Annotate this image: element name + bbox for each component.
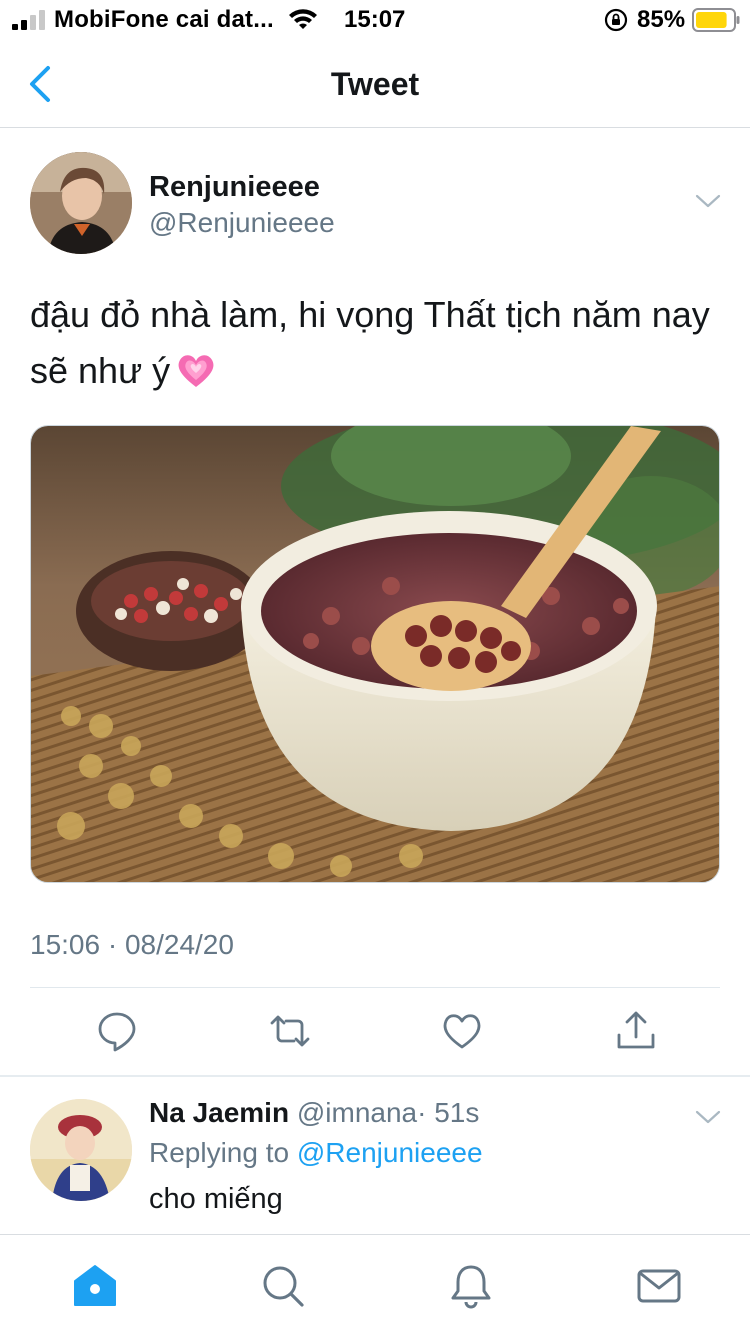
signal-strength-icon [12,10,45,30]
battery-icon [692,8,740,32]
bottom-tab-bar [0,1234,750,1334]
divider [30,987,720,988]
reply-tweet[interactable]: Na Jaemin @imnana· 51s Replying to @Renj… [0,1077,750,1233]
author-name[interactable]: Renjunieeee [149,171,320,204]
navigation-bar: Tweet [0,40,750,128]
replying-to: Replying to @Renjunieeee [149,1137,483,1169]
page-title: Tweet [330,66,420,102]
messages-icon[interactable] [636,1263,682,1309]
chevron-down-icon[interactable] [694,1107,722,1127]
reply-author-handle[interactable]: @imnana [297,1097,417,1128]
reply-avatar-image [30,1099,132,1201]
orientation-lock-icon [604,8,628,32]
author-avatar[interactable] [30,152,132,254]
reply-header: Na Jaemin @imnana· 51s [149,1097,479,1129]
wifi-icon [289,9,317,29]
tweet-text: đậu đỏ nhà làm, hi vọng Thất tịch năm na… [30,287,720,399]
author-handle[interactable]: @Renjunieeee [149,207,335,239]
tweet-timestamp: 15:06 · 08/24/20 [30,929,234,960]
reply-text: cho miếng [149,1183,283,1215]
reply-icon[interactable] [95,1009,139,1053]
share-icon[interactable] [614,1009,658,1053]
battery-percentage: 85% [637,6,686,33]
reply-author-avatar[interactable] [30,1099,132,1201]
author-avatar-image [30,152,132,254]
like-icon[interactable] [440,1009,484,1053]
reply-author-name[interactable]: Na Jaemin [149,1097,289,1128]
carrier-name: MobiFone cai dat... [54,6,274,33]
home-icon[interactable] [72,1263,118,1309]
growing-heart-icon [178,355,214,387]
tweet-text-content: đậu đỏ nhà làm, hi vọng Thất tịch năm na… [30,294,710,391]
chevron-down-icon[interactable] [694,191,722,211]
tweet-actions [0,989,750,1075]
status-bar: MobiFone cai dat... 15:07 85% [0,0,750,40]
notifications-icon[interactable] [448,1263,494,1309]
replying-to-label: Replying to [149,1137,290,1168]
replying-to-handle-link[interactable]: @Renjunieeee [297,1137,483,1168]
retweet-icon[interactable] [268,1009,312,1053]
reply-time: · 51s [417,1097,480,1128]
tweet-media-photo[interactable] [30,425,720,883]
red-bean-soup-photo [31,426,719,882]
clock: 15:07 [344,6,406,33]
search-icon[interactable] [260,1263,306,1309]
